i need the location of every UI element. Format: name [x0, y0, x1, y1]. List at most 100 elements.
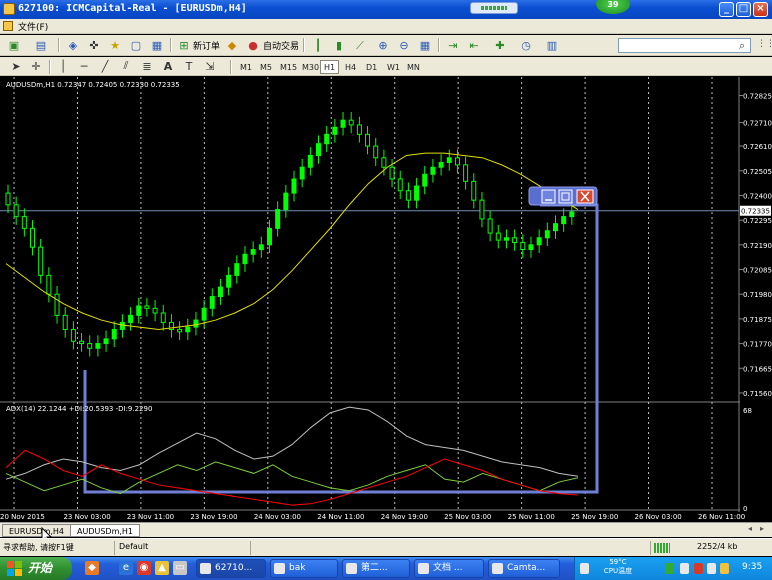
- maximize-button[interactable]: □: [736, 2, 751, 17]
- status-traffic: 2252/4 kb: [697, 542, 738, 551]
- time-tick-label: 26 Nov 03:00: [635, 513, 682, 521]
- status-help: 寻求帮助, 请按F1键: [3, 543, 74, 552]
- timeframe-m1[interactable]: M1: [236, 60, 256, 74]
- timeframe-h1[interactable]: H1: [320, 60, 340, 74]
- candle-body: [569, 211, 575, 218]
- price-chart[interactable]: 0.72825 0.72710 0.72610 0.72505 0.72400 0.722…: [0, 77, 772, 522]
- price-tick-label: 0.72190: [743, 242, 772, 250]
- tray-messenger-icon[interactable]: [720, 563, 729, 574]
- tab-scroll-right-icon[interactable]: ▸: [760, 524, 764, 533]
- text-tool-icon[interactable]: A: [160, 59, 176, 73]
- chart-shift-icon[interactable]: ⇥: [445, 38, 461, 53]
- timeframe-d1[interactable]: D1: [362, 60, 381, 74]
- channel-icon[interactable]: ⫽: [118, 59, 134, 73]
- start-button[interactable]: 开始: [0, 557, 72, 580]
- candle-body: [201, 307, 207, 321]
- floating-window[interactable]: [528, 186, 598, 206]
- timeframe-mn[interactable]: MN: [403, 60, 424, 74]
- tray-volume-icon[interactable]: [707, 563, 716, 574]
- candle-body: [422, 173, 428, 187]
- cursor-tool-icon[interactable]: ➤: [8, 59, 24, 73]
- price-tick-label: 0.71560: [743, 390, 772, 398]
- zoom-in-icon[interactable]: ⊕: [375, 38, 391, 53]
- terminal-icon[interactable]: ▢: [128, 38, 144, 53]
- market-watch-icon[interactable]: ◈: [65, 38, 81, 53]
- price-tick-label: 0.71770: [743, 341, 772, 349]
- close-button[interactable]: ×: [753, 2, 768, 17]
- tray-battery-icon[interactable]: [665, 563, 674, 574]
- mdi-child-icon[interactable]: [3, 21, 13, 31]
- quicklaunch-folder-icon[interactable]: ▭: [173, 561, 187, 575]
- quicklaunch-app-icon[interactable]: ◆: [85, 561, 99, 575]
- candlestick-icon[interactable]: ▮: [331, 38, 347, 53]
- status-bar: 寻求帮助, 请按F1键 Default 2252/4 kb: [0, 538, 772, 556]
- price-tick-label: 0.72505: [743, 168, 772, 176]
- task-camtasia[interactable]: Camta...: [488, 559, 560, 578]
- minimize-button[interactable]: _: [719, 2, 734, 17]
- chart-window[interactable]: 0.72825 0.72710 0.72610 0.72505 0.72400 0.722…: [0, 77, 772, 522]
- quicklaunch-mt4-icon[interactable]: ▲: [155, 561, 169, 575]
- arrows-icon[interactable]: ⇲: [202, 59, 218, 73]
- float-maximize-icon: [558, 189, 573, 204]
- quicklaunch-browser-icon[interactable]: ◉: [137, 561, 151, 575]
- tray-network-icon[interactable]: [680, 563, 689, 574]
- app-icon: [3, 3, 15, 15]
- window-title: 627100: ICMCapital-Real - [EURUSDm,H4]: [18, 3, 247, 14]
- time-tick-label: 25 Nov 19:00: [571, 513, 618, 521]
- search-icon[interactable]: ⌕: [739, 39, 751, 52]
- timeframe-m5[interactable]: M5: [256, 60, 276, 74]
- autoscroll-icon[interactable]: ⇤: [466, 38, 482, 53]
- auto-trade-button[interactable]: 自动交易: [263, 39, 299, 52]
- tab-scroll-left-icon[interactable]: ◂: [748, 524, 752, 533]
- indicators-icon[interactable]: ✚: [492, 38, 508, 53]
- new-chart-icon[interactable]: ▣: [6, 38, 22, 53]
- bar-chart-icon[interactable]: ┃: [310, 38, 326, 53]
- toolbar-options-icon[interactable]: ⋮⋮: [757, 39, 772, 51]
- profiles-icon[interactable]: ▤: [33, 38, 49, 53]
- indicator-header: ADX(14) 22.1244 +DI:20.5393 -DI:9.2290: [6, 405, 153, 413]
- tab-eurusdm-h4[interactable]: EURUSDm,H4: [2, 524, 72, 537]
- quicklaunch-ie-icon[interactable]: e: [119, 561, 133, 575]
- data-window-icon[interactable]: ✜: [86, 38, 102, 53]
- text-label-icon[interactable]: T: [181, 59, 197, 73]
- candle-body: [5, 192, 11, 206]
- templates-icon[interactable]: ▥: [544, 38, 560, 53]
- fibonacci-icon[interactable]: ≣: [139, 59, 155, 73]
- new-order-icon[interactable]: ⊞: [176, 38, 192, 53]
- auto-trade-icon[interactable]: ●: [245, 38, 261, 53]
- drawn-rectangle: [83, 203, 599, 494]
- task-mt4[interactable]: 62710...: [196, 559, 266, 578]
- candle-body: [275, 209, 281, 229]
- metaeditor-icon[interactable]: ◆: [224, 38, 240, 53]
- search-input[interactable]: [618, 38, 751, 53]
- candle-body: [21, 216, 27, 229]
- candle-body: [266, 227, 272, 246]
- timeframe-h4[interactable]: H4: [341, 60, 360, 74]
- crosshair-icon[interactable]: ✛: [28, 59, 44, 73]
- task-bak[interactable]: bak: [270, 559, 338, 578]
- zoom-out-icon[interactable]: ⊖: [396, 38, 412, 53]
- strategy-tester-icon[interactable]: ▦: [149, 38, 165, 53]
- tray-app-icon[interactable]: [580, 563, 589, 574]
- tray-antivirus-icon[interactable]: [694, 563, 703, 574]
- price-tick-label: 0.72610: [743, 143, 772, 151]
- navigator-icon[interactable]: ★: [107, 38, 123, 53]
- candle-body: [528, 244, 534, 251]
- periods-icon[interactable]: ◷: [518, 38, 534, 53]
- horizontal-line-icon[interactable]: ─: [76, 59, 92, 73]
- tile-windows-icon[interactable]: ▦: [417, 38, 433, 53]
- connection-status-icon: [654, 543, 670, 553]
- candle-body: [62, 314, 68, 330]
- line-chart-icon[interactable]: ⟋: [352, 38, 368, 53]
- signal-meter-icon: [470, 2, 518, 14]
- window-title-bar[interactable]: 627100: ICMCapital-Real - [EURUSDm,H4] 3…: [0, 0, 772, 19]
- task-word[interactable]: 第二...: [342, 559, 410, 578]
- timeframe-w1[interactable]: W1: [383, 60, 404, 74]
- trendline-icon[interactable]: ╱: [97, 59, 113, 73]
- menu-file[interactable]: 文件(F): [18, 20, 48, 33]
- new-order-button[interactable]: 新订单: [193, 39, 220, 52]
- task-documents[interactable]: 文档 ...: [414, 559, 484, 578]
- notification-badge[interactable]: 39: [596, 0, 630, 14]
- vertical-line-icon[interactable]: │: [55, 59, 71, 73]
- tab-audusdm-h1[interactable]: AUDUSDm,H1: [70, 524, 141, 537]
